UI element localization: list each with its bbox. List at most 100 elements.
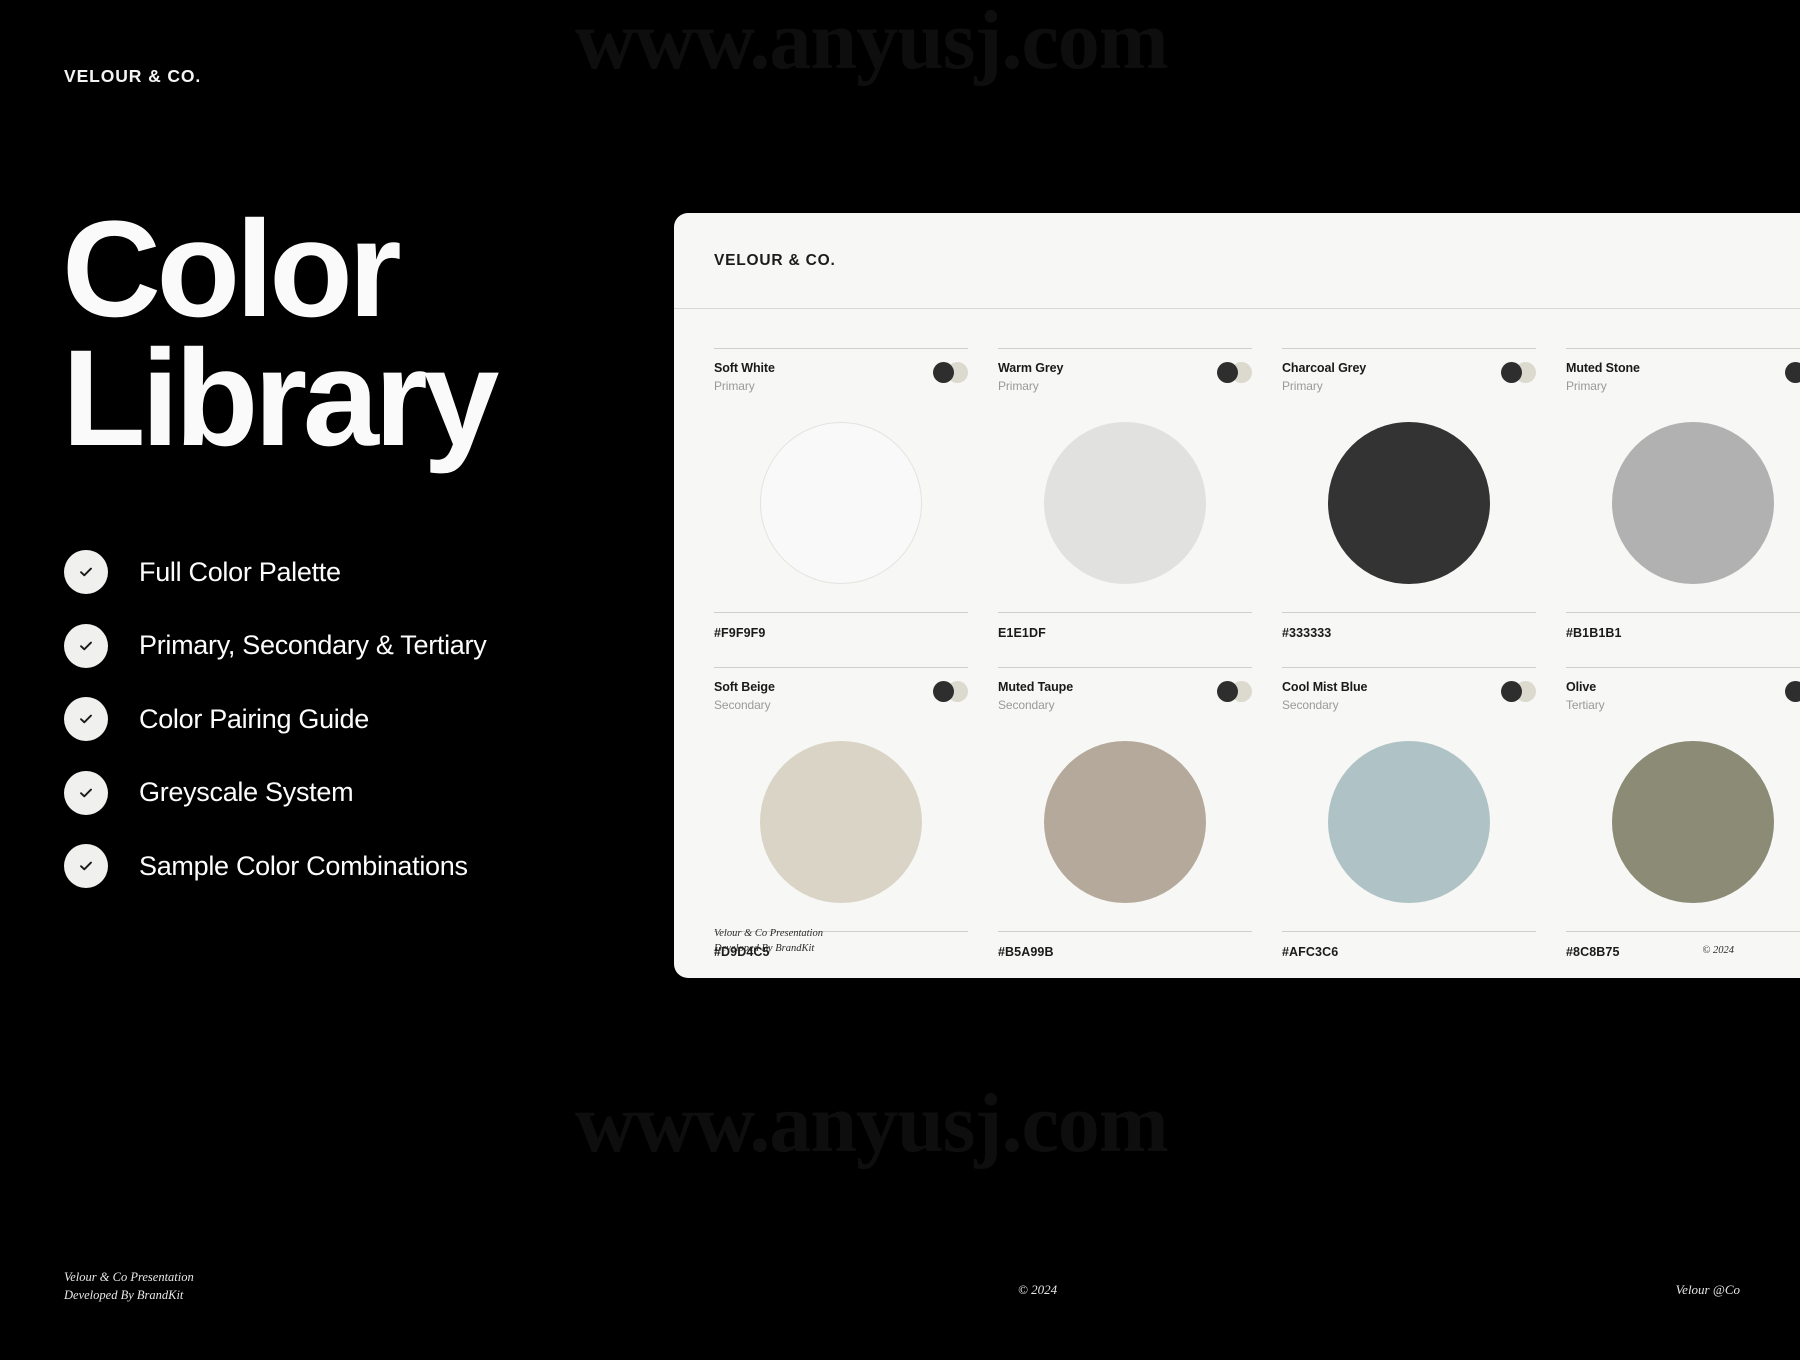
panel-header: VELOUR & CO. xyxy=(674,213,1800,309)
list-item-label: Sample Color Combinations xyxy=(139,850,468,881)
swatch-meta: Soft Beige Secondary xyxy=(714,679,775,713)
check-icon xyxy=(64,550,108,594)
swatch-circle xyxy=(1612,422,1774,585)
swatch-circle xyxy=(760,741,922,904)
swatch-preview xyxy=(1566,727,1800,917)
swatch-header: Cool Mist Blue Secondary xyxy=(1282,667,1536,713)
swatch-name: Soft Beige xyxy=(714,680,775,695)
pairing-dots[interactable] xyxy=(1501,362,1536,383)
swatch-header: Soft Beige Secondary xyxy=(714,667,968,713)
swatch-preview xyxy=(714,727,968,917)
dot-dark-icon xyxy=(933,362,954,383)
swatch-preview xyxy=(998,408,1252,598)
list-item: Sample Color Combinations xyxy=(64,840,486,892)
swatch-name: Muted Taupe xyxy=(998,680,1074,695)
panel-brand-logo: VELOUR & CO. xyxy=(714,251,836,269)
swatch-meta: Soft White Primary xyxy=(714,360,775,394)
footer-handle: Velour @Co xyxy=(1675,1282,1740,1297)
list-item: Primary, Secondary & Tertiary xyxy=(64,620,487,672)
pairing-dots[interactable] xyxy=(1501,681,1536,703)
list-item: Full Color Palette xyxy=(64,546,486,598)
swatch-hex: #B1B1B1 xyxy=(1566,626,1622,641)
swatch-name: Warm Grey xyxy=(998,361,1064,375)
swatch-circle xyxy=(1044,741,1206,904)
swatch-footer: #F9F9F9 xyxy=(714,612,968,653)
swatch-circle xyxy=(760,422,922,585)
swatch-header: Soft White Primary xyxy=(714,348,968,394)
footer-credit-line-2: Developed By BrandKit xyxy=(64,1287,184,1302)
pairing-dots[interactable] xyxy=(933,681,968,703)
panel-footer-line-2: Developed By BrandKit xyxy=(714,942,815,954)
swatch-tier: Primary xyxy=(1566,378,1607,393)
swatch-name: Olive xyxy=(1566,680,1597,695)
swatch-tier: Primary xyxy=(998,378,1039,393)
footer-credit: Velour & Co Presentation Developed By Br… xyxy=(64,1268,194,1304)
swatch-tier: Secondary xyxy=(714,697,771,712)
check-icon xyxy=(64,844,108,888)
color-library-panel: VELOUR & CO. Soft White Primary #F9F9F9 War… xyxy=(674,213,1800,978)
panel-footer-copyright: © 2024 xyxy=(1702,945,1734,956)
list-item-label: Color Pairing Guide xyxy=(139,703,369,734)
swatch-circle xyxy=(1044,422,1206,585)
dot-dark-icon xyxy=(1501,681,1522,703)
list-item-label: Full Color Palette xyxy=(139,556,341,587)
check-icon xyxy=(64,770,108,815)
color-swatch-card[interactable]: Muted Stone Primary #B1B1B1 xyxy=(1566,334,1800,653)
swatch-header: Charcoal Grey Primary xyxy=(1282,348,1536,394)
dot-dark-icon xyxy=(1217,362,1238,383)
swatch-tier: Tertiary xyxy=(1566,697,1605,712)
swatch-hex: #F9F9F9 xyxy=(714,626,766,641)
swatch-footer: #B1B1B1 xyxy=(1566,612,1800,653)
swatch-name: Cool Mist Blue xyxy=(1282,680,1368,695)
color-swatch-card[interactable]: Muted Taupe Secondary #B5A99B xyxy=(998,653,1252,972)
swatch-tier: Secondary xyxy=(1282,697,1339,712)
color-swatch-card[interactable]: Warm Grey Primary E1E1DF xyxy=(998,334,1252,653)
swatch-name: Muted Stone xyxy=(1566,361,1640,375)
color-swatch-card[interactable]: Cool Mist Blue Secondary #AFC3C6 xyxy=(1282,653,1536,972)
swatch-header: Muted Stone Primary xyxy=(1566,348,1800,394)
swatch-meta: Cool Mist Blue Secondary xyxy=(1282,679,1368,713)
swatch-preview xyxy=(1282,408,1536,598)
dot-dark-icon xyxy=(1217,681,1238,703)
dot-dark-icon xyxy=(1785,681,1800,703)
swatch-meta: Charcoal Grey Primary xyxy=(1282,360,1366,394)
brand-logo: VELOUR & CO. xyxy=(64,66,202,86)
swatch-circle xyxy=(1328,741,1490,904)
swatch-circle xyxy=(1612,741,1774,904)
pairing-dots[interactable] xyxy=(1217,362,1252,383)
swatch-tier: Primary xyxy=(1282,378,1323,393)
list-item: Greyscale System xyxy=(64,767,486,819)
dot-dark-icon xyxy=(1785,362,1800,383)
swatch-name: Charcoal Grey xyxy=(1282,361,1367,375)
swatch-name: Soft White xyxy=(714,361,775,375)
swatch-footer: E1E1DF xyxy=(998,612,1252,653)
swatch-meta: Warm Grey Primary xyxy=(998,360,1063,394)
pairing-dots[interactable] xyxy=(1217,681,1252,703)
swatch-header: Muted Taupe Secondary xyxy=(998,667,1252,713)
swatch-meta: Muted Taupe Secondary xyxy=(998,679,1073,713)
dot-dark-icon xyxy=(933,681,954,703)
panel-footer-line-1: Velour & Co Presentation xyxy=(714,927,823,939)
color-swatch-card[interactable]: Soft Beige Secondary #D9D4C5 xyxy=(714,653,968,972)
page-title-line-2: Library xyxy=(62,321,499,475)
list-item-label: Primary, Secondary & Tertiary xyxy=(139,630,487,660)
feature-list: Full Color Palette Primary, Secondary & … xyxy=(64,546,487,914)
color-swatch-card[interactable]: Charcoal Grey Primary #333333 xyxy=(1282,334,1536,653)
pairing-dots[interactable] xyxy=(1785,681,1800,703)
dot-dark-icon xyxy=(1501,362,1522,383)
swatch-meta: Muted Stone Primary xyxy=(1566,360,1640,394)
color-swatch-card[interactable]: Olive Tertiary #8C8B75 xyxy=(1566,653,1800,972)
swatch-tier: Secondary xyxy=(998,697,1055,712)
swatch-circle xyxy=(1328,422,1490,585)
swatch-footer: #333333 xyxy=(1282,612,1536,653)
check-icon xyxy=(64,623,108,668)
swatch-hex: E1E1DF xyxy=(998,626,1046,641)
swatch-grid: Soft White Primary #F9F9F9 Warm Grey Primary… xyxy=(674,309,1800,972)
pairing-dots[interactable] xyxy=(1785,362,1800,383)
swatch-hex: #333333 xyxy=(1282,626,1332,641)
swatch-preview xyxy=(1282,727,1536,917)
footer-credit-line-1: Velour & Co Presentation xyxy=(64,1269,194,1284)
color-swatch-card[interactable]: Soft White Primary #F9F9F9 xyxy=(714,334,968,653)
swatch-meta: Olive Tertiary xyxy=(1566,679,1605,713)
pairing-dots[interactable] xyxy=(933,362,968,383)
